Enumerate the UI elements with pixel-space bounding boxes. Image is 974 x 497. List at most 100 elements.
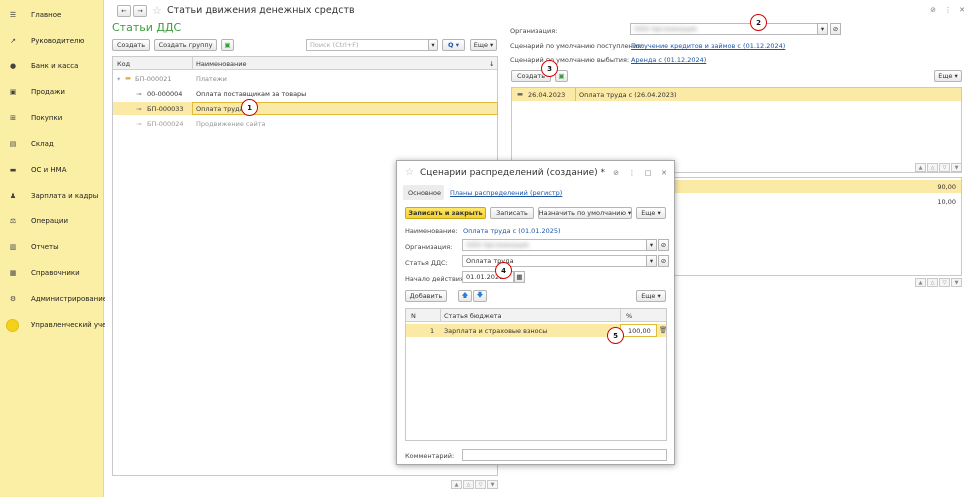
org-label: Организация: [405, 243, 453, 251]
more-icon[interactable]: ⋮ [943, 5, 953, 15]
gear-icon: ⚙ [9, 295, 17, 303]
scroll-top-button[interactable]: ▲ [915, 278, 926, 287]
sidebar-item-assets[interactable]: ▬ ОС и НМА [0, 162, 104, 178]
scroll-bottom-button[interactable]: ▼ [487, 480, 498, 489]
forward-button[interactable]: → [133, 5, 147, 17]
org-dropdown[interactable]: ▾ [646, 239, 657, 251]
scroll-bottom-button[interactable]: ▼ [951, 278, 962, 287]
row-value: 10,00 [937, 198, 956, 206]
sort-icon[interactable]: ↓ [489, 60, 494, 68]
tab-main[interactable]: Основное [403, 185, 444, 200]
create-group-button[interactable]: Создать группу [154, 39, 217, 51]
search-dropdown[interactable]: ▾ [428, 39, 438, 51]
sidebar-item-catalogs[interactable]: ▦ Справочники [0, 265, 104, 281]
set-default-button[interactable]: Назначить по умолчанию ▾ [538, 207, 632, 219]
expense-link[interactable]: Аренда с (01.12.2024) [631, 56, 706, 64]
scale-icon: ⚖ [9, 217, 17, 225]
name-value[interactable]: Оплата труда с (01.01.2025) [463, 227, 561, 235]
link-icon[interactable]: ⊘ [928, 5, 938, 15]
column-header-name[interactable]: Наименование [196, 60, 247, 68]
row-code: БП-000033 [147, 105, 184, 113]
more-icon[interactable]: ⋮ [627, 168, 637, 178]
add-button[interactable]: Добавить [405, 290, 447, 302]
sidebar-item-label: Руководителю [31, 37, 85, 45]
annotation-marker-4: 4 [495, 262, 512, 279]
table-row-selected[interactable]: 1 Зарплата и страховые взносы 100,00 🗑 [406, 324, 667, 337]
sidebar-item-purchases[interactable]: ⊞ Покупки [0, 110, 104, 126]
right-more-button[interactable]: Еще ▾ [934, 70, 962, 82]
calendar-icon[interactable]: ▦ [514, 271, 525, 283]
table-row-selected[interactable]: ⊸ БП-000033 Оплата труда [113, 102, 498, 115]
scroll-top-button[interactable]: ▲ [915, 163, 926, 172]
copy-icon[interactable]: ▣ [221, 39, 234, 51]
list-more-button[interactable]: Еще ▾ [470, 39, 497, 51]
dialog-more-button[interactable]: Еще ▾ [636, 207, 666, 219]
sidebar-item-reports[interactable]: ▥ Отчеты [0, 239, 104, 255]
scroll-top-button[interactable]: ▲ [451, 480, 462, 489]
maximize-icon[interactable]: □ [643, 168, 653, 178]
link-icon[interactable]: ⊘ [611, 168, 621, 178]
sidebar-item-warehouse[interactable]: ▤ Склад [0, 136, 104, 152]
org-dropdown[interactable]: ▾ [817, 23, 828, 35]
sidebar-item-main[interactable]: ☰ Главное [0, 7, 104, 23]
org-input[interactable]: ООО Организация [630, 23, 828, 35]
book-icon: ▦ [9, 269, 17, 277]
article-open-icon[interactable]: ⊘ [658, 255, 669, 267]
scroll-up-button[interactable]: △ [927, 278, 938, 287]
save-close-button[interactable]: Записать и закрыть [405, 207, 486, 219]
scroll-up-button[interactable]: △ [463, 480, 474, 489]
row-code: 00-000004 [147, 90, 183, 98]
scroll-down-button[interactable]: ▽ [939, 278, 950, 287]
table-row[interactable]: ▾ ▬ БП-000021 Платежи [113, 72, 497, 85]
org-open-icon[interactable]: ⊘ [658, 239, 669, 251]
scroll-down-button[interactable]: ▽ [475, 480, 486, 489]
column-header-code[interactable]: Код [117, 60, 130, 68]
table-row-selected[interactable]: ▬ 26.04.2023 Оплата труда с (26.04.2023) [512, 88, 961, 101]
article-dropdown[interactable]: ▾ [646, 255, 657, 267]
star-icon[interactable]: ☆ [405, 167, 414, 178]
table-more-button[interactable]: Еще ▾ [636, 290, 666, 302]
sidebar-item-label: Отчеты [31, 243, 59, 251]
sidebar-item-label: ОС и НМА [31, 166, 67, 174]
scroll-bottom-button[interactable]: ▼ [951, 163, 962, 172]
sidebar-item-salary[interactable]: ♟ Зарплата и кадры [0, 188, 104, 204]
budget-table: N Статья бюджета % 1 Зарплата и страховы… [405, 308, 667, 441]
annotation-marker-2: 2 [750, 14, 767, 31]
table-row[interactable]: ⊸ БП-000024 Продвижение сайта [113, 117, 497, 130]
comment-label: Комментарий: [405, 452, 455, 460]
trash-icon[interactable]: 🗑 [659, 326, 667, 334]
search-input[interactable]: Поиск (Ctrl+F) [306, 39, 437, 51]
row-percent[interactable]: 100,00 [628, 327, 651, 335]
org-open-icon[interactable]: ⊘ [830, 23, 841, 35]
annotation-marker-5: 5 [607, 327, 624, 344]
save-button[interactable]: Записать [490, 207, 534, 219]
star-icon[interactable]: ☆ [152, 4, 162, 17]
row-code: БП-000024 [147, 120, 184, 128]
table-row[interactable]: ⊸ 00-000004 Оплата поставщикам за товары [113, 87, 497, 100]
move-down-icon[interactable]: 🡇 [473, 290, 487, 302]
back-button[interactable]: ← [117, 5, 131, 17]
close-icon[interactable]: ✕ [659, 168, 669, 178]
row-name: Оплата поставщикам за товары [196, 90, 307, 98]
sidebar-item-manager[interactable]: ↗ Руководителю [0, 33, 104, 49]
sidebar-item-management[interactable]: Управленческий учет [0, 317, 111, 333]
sidebar-item-admin[interactable]: ⚙ Администрирование [0, 291, 107, 307]
create-button[interactable]: Создать [112, 39, 150, 51]
income-link[interactable]: Получение кредитов и займов с (01.12.202… [631, 42, 785, 50]
bag-icon: ▣ [9, 88, 17, 96]
sidebar-item-sales[interactable]: ▣ Продажи [0, 84, 104, 100]
search-button[interactable]: Q ▾ [442, 39, 465, 51]
org-value: ООО Организация [634, 25, 697, 33]
tab-plans[interactable]: Планы распределений (регистр) [450, 189, 562, 197]
collapse-icon[interactable]: ▾ [117, 75, 120, 83]
sidebar-item-operations[interactable]: ⚖ Операции [0, 213, 104, 229]
comment-input[interactable] [462, 449, 667, 461]
close-icon[interactable]: ✕ [957, 5, 967, 15]
article-input[interactable]: Оплата труда [462, 255, 657, 267]
row-name: Оплата труда с (26.04.2023) [579, 91, 677, 99]
scroll-down-button[interactable]: ▽ [939, 163, 950, 172]
dialog-org-input[interactable]: ООО Организация [462, 239, 657, 251]
move-up-icon[interactable]: 🡅 [458, 290, 472, 302]
sidebar-item-bank[interactable]: ● Банк и касса [0, 58, 104, 74]
scroll-up-button[interactable]: △ [927, 163, 938, 172]
